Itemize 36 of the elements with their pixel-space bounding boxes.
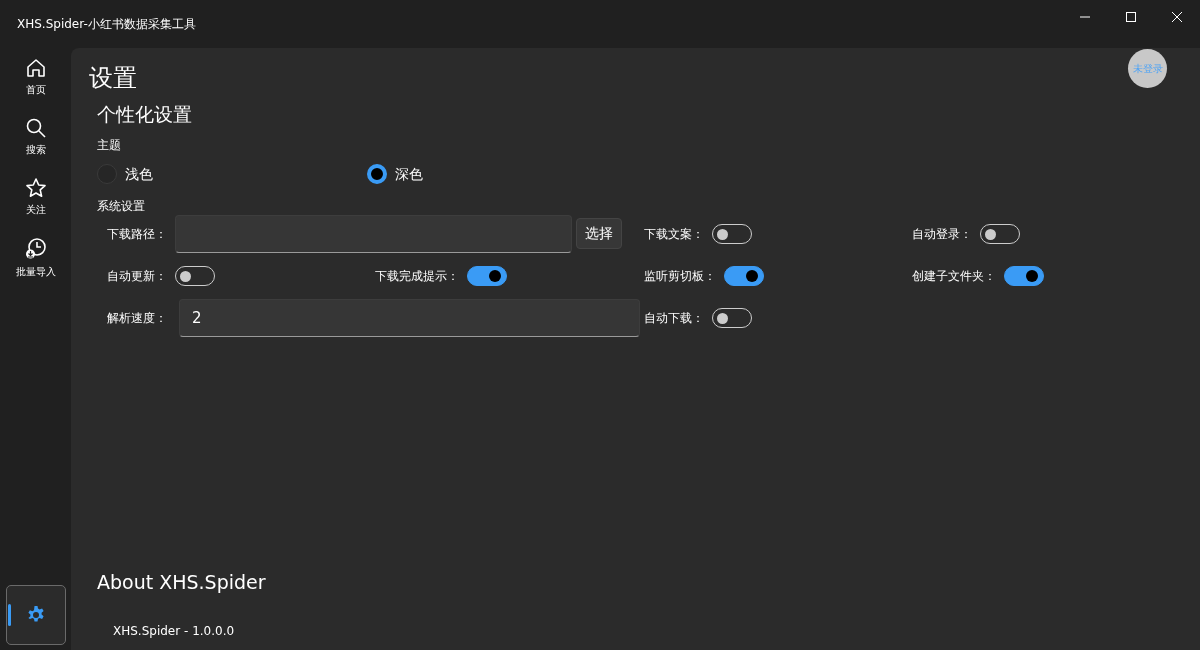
nav-item[interactable]: 批量导入 <box>5 228 66 285</box>
window-title: XHS.Spider-小红书数据采集工具 <box>17 16 197 33</box>
setting-label: 下载文案： <box>644 225 704 243</box>
section-heading: 个性化设置 <box>97 102 193 126</box>
setting-label: 下载完成提示： <box>375 267 459 285</box>
version-text: XHS.Spider - 1.0.0.0 <box>113 623 236 640</box>
theme-label: 主题 <box>97 136 122 154</box>
settings-nav-button[interactable] <box>5 585 66 645</box>
setting-label: 下载路径： <box>107 225 167 243</box>
nav-item[interactable]: 首页 <box>5 48 66 103</box>
star-icon <box>24 177 47 199</box>
setting-label: 解析速度： <box>107 309 167 327</box>
path-field[interactable] <box>175 214 572 253</box>
about-heading: About XHS.Spider <box>97 571 267 594</box>
toggle-switch[interactable] <box>724 265 764 286</box>
setting-label: 监听剪切板： <box>644 267 716 285</box>
section-label: 系统设置 <box>97 197 146 215</box>
setting-label: 创建子文件夹： <box>912 267 996 285</box>
maximize-icon <box>1125 11 1137 23</box>
toggle-switch[interactable] <box>1004 265 1044 286</box>
radio-label: 深色 <box>395 164 423 184</box>
close-icon <box>1171 11 1183 23</box>
toggle-switch[interactable] <box>467 265 507 286</box>
home-icon <box>24 57 47 79</box>
clock-download-icon <box>23 237 48 261</box>
choose-button[interactable]: 选择 <box>576 218 622 250</box>
setting-label: 自动下载： <box>644 309 704 327</box>
nav-item[interactable]: 搜索 <box>5 108 66 163</box>
radio-label: 浅色 <box>125 164 153 184</box>
setting-label: 自动更新： <box>107 267 167 285</box>
radio-button[interactable] <box>367 164 387 185</box>
nav-item[interactable]: 关注 <box>5 168 66 223</box>
speed-field[interactable]: 2 <box>179 298 640 337</box>
search-icon <box>24 117 47 139</box>
page-title: 设置 <box>89 64 137 93</box>
setting-label: 自动登录： <box>912 225 972 243</box>
